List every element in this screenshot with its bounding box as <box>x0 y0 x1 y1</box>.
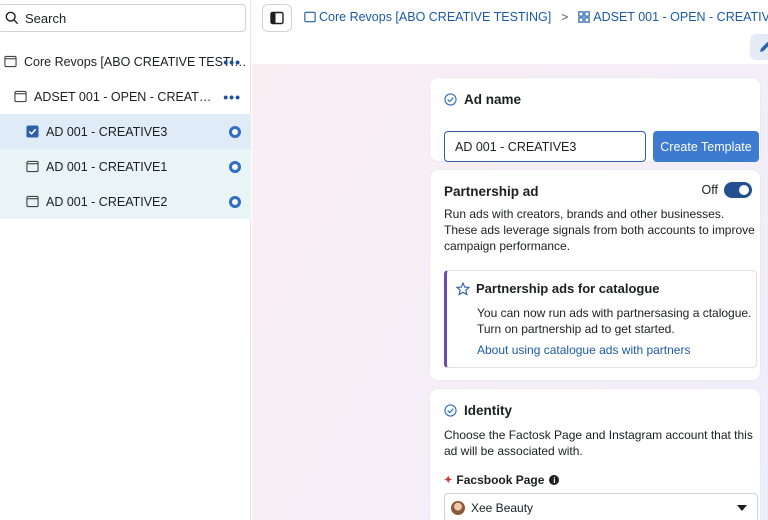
tree-item-ad[interactable]: AD 001 - CREATIVE1 <box>0 149 251 184</box>
required-asterisk-icon: ✦ <box>444 474 453 486</box>
facebook-page-value: Xee Beauty <box>471 501 534 515</box>
page-avatar <box>451 501 465 515</box>
identity-description: Choose the Factosk Page and Instagram ac… <box>444 428 753 458</box>
campaign-label: Core Revops [ABO CREATIVE TESTING <box>24 54 251 69</box>
partnership-title: Partnership ad <box>444 184 539 199</box>
ad-name-title-text: Ad name <box>464 92 522 107</box>
ad-name-title: Ad name <box>444 92 521 107</box>
info-title-text: Partnership ads for catalogue <box>476 281 660 296</box>
panel-toggle-icon <box>270 11 284 25</box>
ad-icon <box>26 160 39 173</box>
partnership-toggle[interactable]: Off <box>702 182 752 198</box>
info-icon[interactable]: i <box>549 475 560 485</box>
partnership-catalogue-info: Partnership ads for catalogue You can no… <box>444 270 757 368</box>
ad-label: AD 001 - CREATIVE1 <box>46 159 168 174</box>
campaign-tree: Core Revops [ABO CREATIVE TESTING ••• AD… <box>0 44 251 219</box>
partnership-card: Partnership ad Off Run ads with creators… <box>430 170 760 380</box>
tree-item-adset[interactable]: ADSET 001 - OPEN - CREATIVE ... ••• <box>0 79 251 114</box>
facebook-page-label-text: Facsbook Page <box>456 473 545 487</box>
search-box[interactable] <box>0 4 246 32</box>
adset-icon <box>14 90 27 103</box>
status-dot-icon <box>229 195 241 208</box>
search-icon <box>5 11 19 25</box>
ad-name-input[interactable] <box>444 131 646 162</box>
info-description: You can now run ads with partnersasing a… <box>477 306 752 336</box>
identity-title-text: Identity <box>464 403 513 418</box>
main-content: Ad name Create Template Partnership ad O… <box>252 64 768 520</box>
status-dot-icon <box>229 160 241 173</box>
catalogue-partners-link[interactable]: About using catalogue ads with partners <box>477 343 690 357</box>
ad-label: AD 001 - CREATIVE3 <box>46 124 168 139</box>
partnership-toggle-label: Off <box>701 183 718 197</box>
caret-down-icon <box>737 505 747 511</box>
identity-title: Identity <box>444 403 512 418</box>
campaign-more-icon[interactable]: ••• <box>223 54 241 70</box>
top-bar: Core Revops [ABO CREATIVE TESTING] > ADS… <box>252 0 768 60</box>
toggle-switch[interactable] <box>724 182 752 198</box>
breadcrumb-campaign[interactable]: Core Revops [ABO CREATIVE TESTING] <box>319 10 551 24</box>
tree-item-ad[interactable]: AD 001 - CREATIVE2 <box>0 184 251 219</box>
search-input[interactable] <box>25 10 225 26</box>
ad-label: AD 001 - CREATIVE2 <box>46 194 168 209</box>
edit-button[interactable] <box>750 34 768 60</box>
star-icon <box>456 281 470 296</box>
identity-card: Identity Choose the Factosk Page and Ins… <box>430 389 760 520</box>
ad-name-card: Ad name Create Template <box>430 78 760 162</box>
sidebar-toggle-button[interactable] <box>262 4 292 32</box>
adset-label: ADSET 001 - OPEN - CREATIVE ... <box>34 89 214 104</box>
breadcrumb-adset[interactable]: ADSET 001 - OPEN - CREATIVE TE <box>593 10 768 24</box>
info-title: Partnership ads for catalogue <box>456 281 660 296</box>
campaign-crumb-icon <box>304 11 316 23</box>
facebook-page-label: ✦ Facsbook Page i <box>444 473 560 487</box>
status-dot-icon <box>229 125 241 138</box>
tree-item-campaign[interactable]: Core Revops [ABO CREATIVE TESTING ••• <box>0 44 251 79</box>
adset-grid-icon <box>578 11 590 23</box>
breadcrumb: Core Revops [ABO CREATIVE TESTING] > ADS… <box>304 10 768 24</box>
sidebar: Core Revops [ABO CREATIVE TESTING ••• AD… <box>0 0 251 520</box>
create-template-button[interactable]: Create Template <box>653 131 759 162</box>
facebook-page-select[interactable]: Xee Beauty <box>444 493 758 520</box>
campaign-folder-icon <box>4 55 17 68</box>
breadcrumb-separator: > <box>561 10 569 24</box>
pencil-icon <box>760 42 768 52</box>
check-circle-icon <box>444 93 457 106</box>
checkbox-checked-icon[interactable] <box>26 125 39 138</box>
adset-more-icon[interactable]: ••• <box>223 89 241 105</box>
check-circle-icon <box>444 404 457 417</box>
ad-icon <box>26 195 39 208</box>
partnership-description: Run ads with creators, brands and other … <box>444 207 755 253</box>
tree-item-ad[interactable]: AD 001 - CREATIVE3 <box>0 114 251 149</box>
